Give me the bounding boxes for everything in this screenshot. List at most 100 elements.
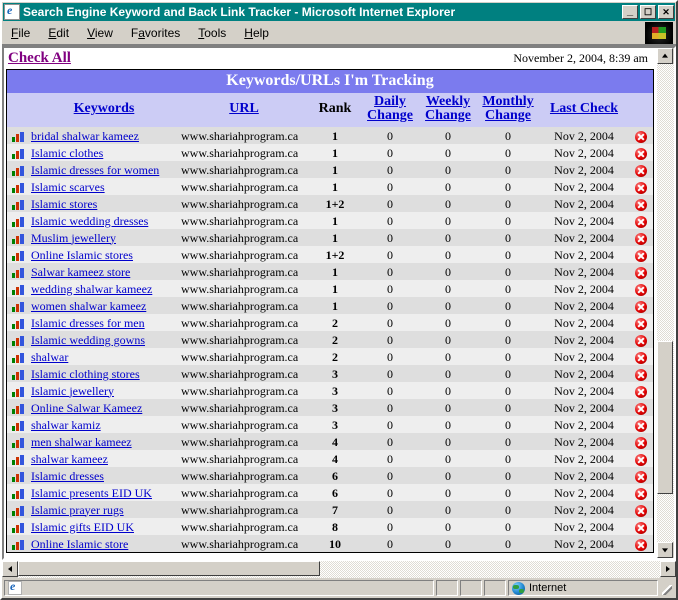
maximize-button[interactable]: ☐	[640, 5, 656, 19]
bar-chart-icon[interactable]	[11, 284, 25, 295]
col-header-keywords-label[interactable]: Keywords	[74, 102, 135, 116]
vertical-scrollbar[interactable]	[656, 48, 674, 558]
menu-edit[interactable]: Edit	[39, 24, 78, 42]
delete-icon[interactable]	[635, 283, 647, 296]
delete-icon[interactable]	[635, 470, 647, 483]
scroll-left-button[interactable]	[2, 561, 18, 577]
bar-chart-icon[interactable]	[11, 403, 25, 414]
bar-chart-icon[interactable]	[11, 301, 25, 312]
keyword-link[interactable]: Online Islamic store	[31, 537, 128, 551]
bar-chart-icon[interactable]	[11, 250, 25, 261]
delete-icon[interactable]	[635, 487, 647, 500]
col-header-weekly-change[interactable]: Weekly Change	[419, 93, 477, 127]
delete-icon[interactable]	[635, 351, 647, 364]
menu-file[interactable]: File	[2, 24, 39, 42]
keyword-link[interactable]: Islamic prayer rugs	[31, 503, 124, 517]
keyword-link[interactable]: Islamic clothing stores	[31, 367, 140, 381]
menu-favorites[interactable]: Favorites	[122, 24, 189, 42]
bar-chart-icon[interactable]	[11, 471, 25, 482]
scroll-up-button[interactable]	[657, 48, 673, 64]
resize-grip[interactable]	[660, 580, 674, 596]
bar-chart-icon[interactable]	[11, 488, 25, 499]
delete-icon[interactable]	[635, 147, 647, 160]
delete-icon[interactable]	[635, 385, 647, 398]
delete-icon[interactable]	[635, 249, 647, 262]
keyword-link[interactable]: Online Salwar Kameez	[31, 401, 142, 415]
bar-chart-icon[interactable]	[11, 420, 25, 431]
keyword-link[interactable]: Islamic dresses for women	[31, 163, 159, 177]
keyword-link[interactable]: Islamic clothes	[31, 146, 103, 160]
bar-chart-icon[interactable]	[11, 352, 25, 363]
bar-chart-icon[interactable]	[11, 267, 25, 278]
col-header-monthly-change[interactable]: Monthly Change	[477, 93, 539, 127]
bar-chart-icon[interactable]	[11, 335, 25, 346]
keyword-link[interactable]: women shalwar kameez	[31, 299, 146, 313]
keyword-link[interactable]: Salwar kameez store	[31, 265, 130, 279]
col-header-daily-change[interactable]: Daily Change	[361, 93, 419, 127]
delete-icon[interactable]	[635, 504, 647, 517]
delete-icon[interactable]	[635, 538, 647, 551]
col-header-weekly-change-label[interactable]: Weekly Change	[421, 95, 475, 123]
col-header-keywords[interactable]: Keywords	[29, 93, 179, 127]
vertical-scroll-track[interactable]	[657, 64, 674, 542]
delete-icon[interactable]	[635, 266, 647, 279]
delete-icon[interactable]	[635, 181, 647, 194]
keyword-link[interactable]: Islamic dresses	[31, 469, 104, 483]
horizontal-scroll-track[interactable]	[18, 561, 660, 578]
keyword-link[interactable]: Islamic presents EID UK	[31, 486, 152, 500]
delete-icon[interactable]	[635, 402, 647, 415]
delete-icon[interactable]	[635, 232, 647, 245]
scroll-down-button[interactable]	[657, 542, 673, 558]
horizontal-scroll-thumb[interactable]	[18, 561, 320, 576]
delete-icon[interactable]	[635, 215, 647, 228]
check-all-link[interactable]: Check All	[8, 50, 71, 67]
keyword-link[interactable]: Islamic gifts EID UK	[31, 520, 134, 534]
delete-icon[interactable]	[635, 436, 647, 449]
delete-icon[interactable]	[635, 317, 647, 330]
keyword-link[interactable]: bridal shalwar kameez	[31, 129, 139, 143]
bar-chart-icon[interactable]	[11, 539, 25, 550]
bar-chart-icon[interactable]	[11, 148, 25, 159]
delete-icon[interactable]	[635, 419, 647, 432]
delete-icon[interactable]	[635, 198, 647, 211]
delete-icon[interactable]	[635, 300, 647, 313]
bar-chart-icon[interactable]	[11, 165, 25, 176]
keyword-link[interactable]: Islamic jewellery	[31, 384, 114, 398]
bar-chart-icon[interactable]	[11, 199, 25, 210]
keyword-link[interactable]: Islamic stores	[31, 197, 97, 211]
keyword-link[interactable]: Islamic dresses for men	[31, 316, 145, 330]
keyword-link[interactable]: men shalwar kameez	[31, 435, 132, 449]
col-header-last-check[interactable]: Last Check	[539, 93, 629, 127]
keyword-link[interactable]: Islamic wedding dresses	[31, 214, 148, 228]
bar-chart-icon[interactable]	[11, 233, 25, 244]
delete-icon[interactable]	[635, 164, 647, 177]
col-header-monthly-change-label[interactable]: Monthly Change	[479, 95, 537, 123]
menu-help[interactable]: Help	[235, 24, 278, 42]
keyword-link[interactable]: Muslim jewellery	[31, 231, 116, 245]
horizontal-scrollbar[interactable]	[2, 560, 676, 578]
delete-icon[interactable]	[635, 334, 647, 347]
vertical-scroll-thumb[interactable]	[657, 341, 673, 495]
menu-tools[interactable]: Tools	[189, 24, 235, 42]
keyword-link[interactable]: Online Islamic stores	[31, 248, 133, 262]
bar-chart-icon[interactable]	[11, 386, 25, 397]
bar-chart-icon[interactable]	[11, 454, 25, 465]
keyword-link[interactable]: Islamic scarves	[31, 180, 105, 194]
bar-chart-icon[interactable]	[11, 505, 25, 516]
col-header-last-check-label[interactable]: Last Check	[550, 102, 618, 116]
bar-chart-icon[interactable]	[11, 131, 25, 142]
bar-chart-icon[interactable]	[11, 182, 25, 193]
delete-icon[interactable]	[635, 453, 647, 466]
close-button[interactable]: ✕	[658, 5, 674, 19]
bar-chart-icon[interactable]	[11, 522, 25, 533]
keyword-link[interactable]: shalwar kamiz	[31, 418, 101, 432]
col-header-url-label[interactable]: URL	[229, 102, 259, 116]
scroll-right-button[interactable]	[660, 561, 676, 577]
status-zone-pane[interactable]: Internet	[508, 580, 658, 596]
bar-chart-icon[interactable]	[11, 318, 25, 329]
menu-view[interactable]: View	[78, 24, 122, 42]
minimize-button[interactable]: _	[622, 5, 638, 19]
keyword-link[interactable]: shalwar	[31, 350, 68, 364]
bar-chart-icon[interactable]	[11, 437, 25, 448]
keyword-link[interactable]: Islamic wedding gowns	[31, 333, 145, 347]
